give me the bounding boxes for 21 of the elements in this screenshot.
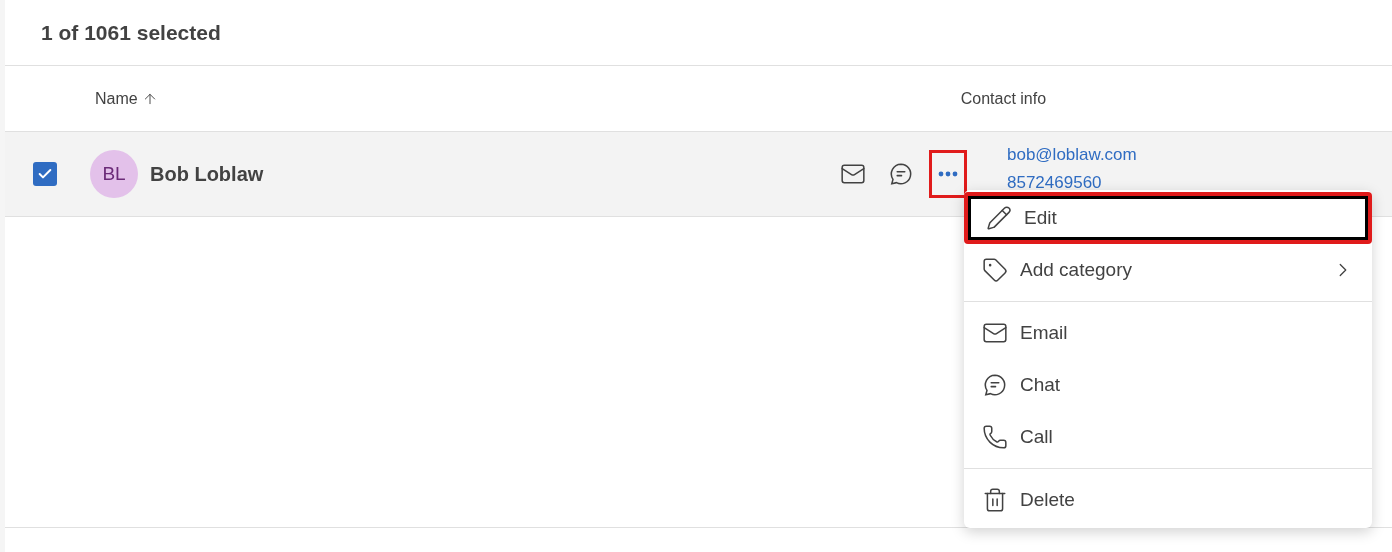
name-column-header[interactable]: Name	[95, 86, 158, 111]
phone-icon	[982, 424, 1008, 450]
menu-item[interactable]: Add category	[964, 244, 1372, 296]
contact-info-column-header[interactable]: Contact info	[960, 86, 1047, 111]
tag-icon	[982, 257, 1008, 283]
menu-item[interactable]: Call	[964, 411, 1372, 463]
trash-icon	[982, 487, 1008, 513]
pencil-icon	[986, 205, 1012, 231]
menu-item[interactable]: Chat	[964, 359, 1372, 411]
avatar: BL	[90, 150, 138, 198]
more-dots-icon	[938, 171, 958, 177]
menu-item[interactable]: Delete	[964, 474, 1372, 526]
email-link[interactable]: bob@loblaw.com	[1007, 141, 1137, 169]
chat-bubble-icon	[982, 372, 1008, 398]
chat-bubble-icon	[888, 161, 914, 187]
more-button[interactable]	[929, 150, 967, 198]
menu-item[interactable]: Edit	[964, 192, 1372, 244]
contact-name: Bob Loblaw	[150, 162, 265, 187]
row-checkbox[interactable]	[33, 162, 57, 186]
menu-item[interactable]: Email	[964, 307, 1372, 359]
selection-count: 1 of 1061 selected	[41, 19, 221, 46]
